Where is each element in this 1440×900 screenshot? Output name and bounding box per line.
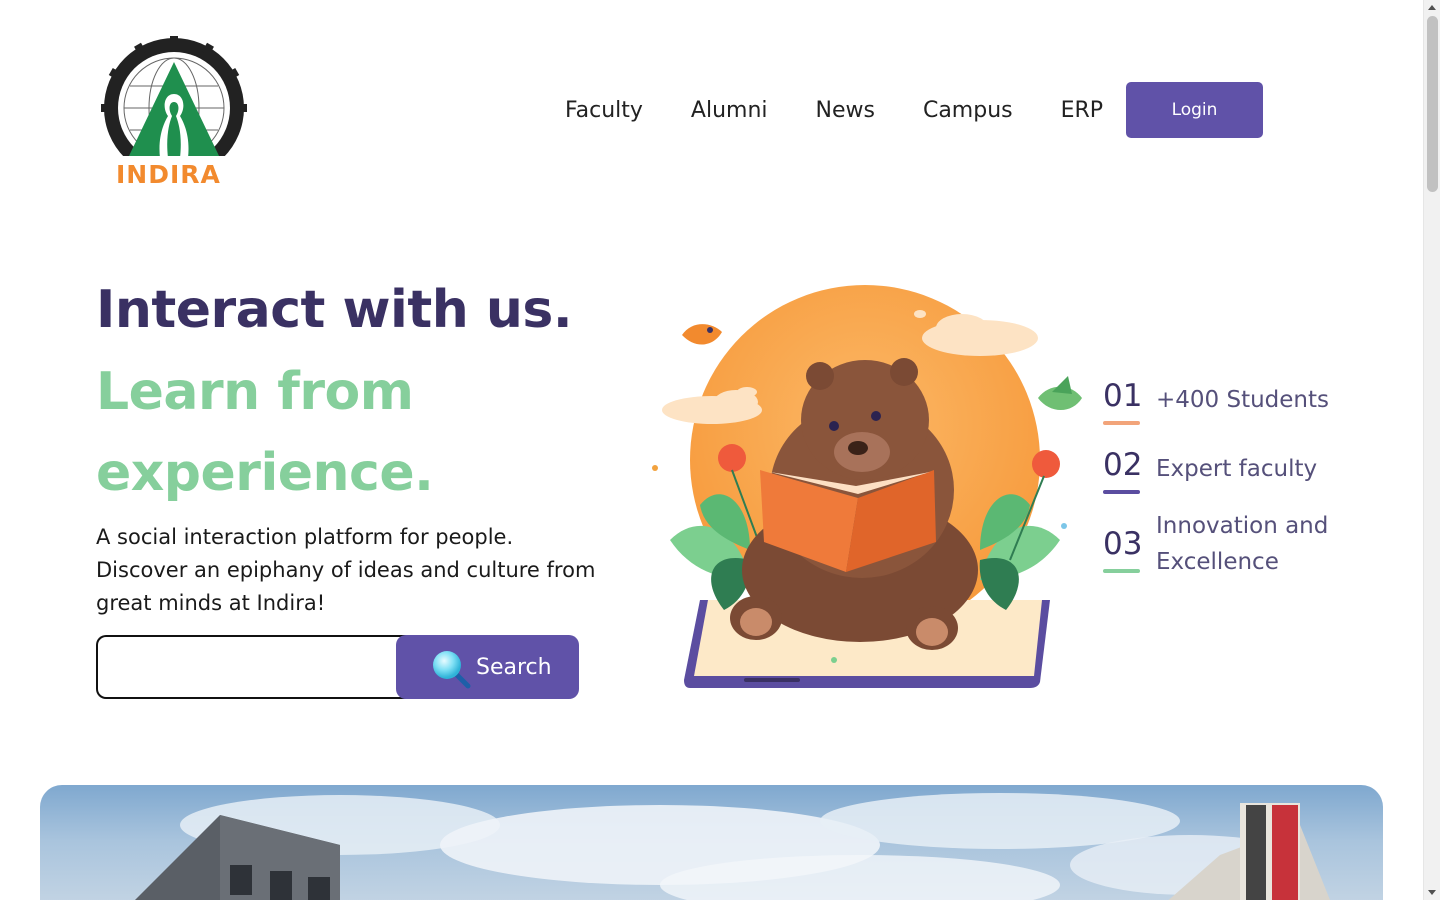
search-button[interactable]: Search: [396, 635, 579, 699]
search-button-label: Search: [476, 654, 552, 680]
stat-number: 02: [1103, 447, 1143, 483]
hero-heading-line2: Learn from: [96, 362, 414, 422]
search-input[interactable]: [96, 635, 426, 699]
stat-label: +400 Students: [1156, 387, 1330, 413]
scroll-thumb[interactable]: [1427, 16, 1438, 192]
scroll-down-icon[interactable]: [1428, 890, 1436, 895]
stat-underline: [1103, 569, 1140, 573]
nav-campus[interactable]: Campus: [923, 98, 1013, 123]
main-nav: Faculty Alumni News Campus ERP: [565, 82, 1151, 138]
nav-erp[interactable]: ERP: [1061, 98, 1103, 123]
bear-reading-book-illustration: [640, 280, 1100, 700]
stat-number: 03: [1103, 526, 1143, 562]
search-bar: Search: [96, 635, 579, 699]
logo-text: INDIRA: [116, 160, 221, 189]
login-button[interactable]: Login: [1126, 82, 1263, 138]
hero-heading-line1: Interact with us.: [96, 280, 573, 340]
page-scrollbar[interactable]: [1423, 0, 1440, 900]
nav-alumni[interactable]: Alumni: [691, 98, 768, 123]
nav-faculty[interactable]: Faculty: [565, 98, 643, 123]
magnifier-icon: [433, 651, 471, 689]
stat-number: 01: [1103, 378, 1143, 414]
hero-heading-line3: experience.: [96, 443, 434, 503]
nav-news[interactable]: News: [816, 98, 875, 123]
scroll-up-icon[interactable]: [1428, 5, 1436, 10]
stat-label: Innovation and Excellence: [1156, 513, 1329, 575]
hero-description: A social interaction platform for people…: [96, 525, 596, 615]
stat-underline: [1103, 421, 1140, 425]
stat-label: Expert faculty: [1156, 456, 1318, 482]
stat-underline: [1103, 490, 1140, 494]
campus-building-photo: [40, 785, 1383, 900]
